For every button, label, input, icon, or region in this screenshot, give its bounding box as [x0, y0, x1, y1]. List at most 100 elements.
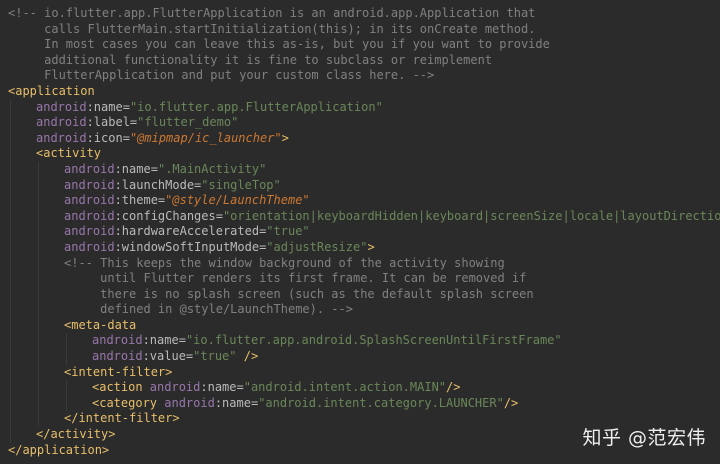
code-token-attr: :icon= — [86, 130, 130, 145]
code-token-tag: </activity> — [36, 427, 116, 442]
code-token-attr: :name= — [86, 99, 130, 114]
code-token-ns: android — [64, 161, 115, 176]
code-line: android:icon="@mipmap/ic_launcher"> — [0, 130, 720, 147]
code-token-attr: :configChanges= — [114, 208, 223, 223]
code-line: android:value="true" /> — [0, 349, 720, 365]
indent-guide — [10, 380, 11, 396]
code-token-tag: <application — [8, 83, 95, 98]
code-token-tag: /> — [503, 395, 519, 410]
code-token-attr: :hardwareAccelerated= — [114, 224, 267, 239]
code-token-comment: calls FlutterMain.startInitialization(th… — [8, 21, 536, 36]
code-token-value: "android.intent.category.LAUNCHER" — [258, 395, 504, 410]
code-line: <!-- io.flutter.app.FlutterApplication i… — [0, 6, 720, 22]
code-token-value: ".MainActivity" — [157, 161, 267, 176]
code-token-tag: /> — [236, 349, 259, 364]
code-line: defined in @style/LaunchTheme). --> — [0, 302, 720, 318]
code-line: until Flutter renders its first frame. I… — [0, 271, 720, 287]
indent-guide — [10, 271, 11, 287]
code-token-attr: :name= — [142, 333, 186, 348]
code-token-ns: android — [92, 333, 143, 348]
code-token-comment: additional functionality it is fine to s… — [8, 52, 493, 67]
indent-guide — [38, 208, 39, 225]
indent-guide — [38, 317, 39, 334]
code-token-tag: <activity — [36, 146, 102, 161]
indent-guide — [10, 146, 11, 162]
code-token-value: "io.flutter.app.android.SplashScreenUnti… — [185, 333, 562, 348]
code-line: <action android:name="android.intent.act… — [0, 380, 720, 396]
indent-guide — [38, 364, 39, 381]
code-token-tag: </application> — [8, 442, 110, 457]
code-token-attr: :launchMode= — [114, 177, 202, 192]
indent-guide — [66, 380, 67, 396]
code-token-ns: android — [149, 380, 201, 395]
indent-guide — [10, 177, 11, 194]
indent-guide — [10, 161, 11, 178]
code-token-ns: android — [64, 177, 115, 192]
code-token-value: "orientation|keyboardHidden|keyboard|scr… — [222, 208, 720, 223]
code-token-tag: </intent-filter> — [64, 411, 180, 426]
code-token-attr: :theme= — [114, 193, 166, 208]
code-token-comment: until Flutter renders its first frame. I… — [64, 271, 527, 286]
code-token-valref: "@mipmap/ic_launcher" — [129, 130, 282, 145]
watermark-text: 知乎 @范宏伟 — [582, 427, 706, 449]
indent-guide — [66, 349, 67, 365]
code-token-tag: > — [367, 239, 375, 254]
indent-guide — [38, 411, 39, 428]
indent-guide — [10, 130, 11, 147]
code-token-value: "adjustResize" — [266, 239, 368, 254]
code-token-tag: <category — [92, 395, 165, 410]
code-token-comment: <!-- io.flutter.app.FlutterApplication i… — [8, 6, 536, 20]
code-token-value: "android.intent.action.MAIN" — [243, 380, 447, 395]
indent-guide — [10, 302, 11, 318]
code-token-ns: android — [64, 208, 115, 223]
code-token-comment: FlutterApplication and put your custom c… — [8, 68, 435, 83]
indent-guide — [10, 286, 11, 303]
indent-guide — [38, 271, 39, 287]
code-token-attr: :name= — [214, 395, 259, 410]
code-line: additional functionality it is fine to s… — [0, 53, 720, 69]
indent-guide — [38, 239, 39, 256]
code-line: FlutterApplication and put your custom c… — [0, 68, 720, 84]
indent-guide — [38, 177, 39, 194]
indent-guide — [10, 255, 11, 272]
code-line: <activity — [0, 146, 720, 162]
code-token-tag: <intent-filter> — [64, 364, 173, 379]
indent-guide — [38, 161, 39, 178]
code-token-comment: <!-- This keeps the window background of… — [64, 255, 505, 270]
code-line: <application — [0, 84, 720, 100]
indent-guide — [38, 193, 39, 209]
code-token-comment: defined in @style/LaunchTheme). --> — [64, 302, 353, 317]
code-token-attr: :label= — [86, 115, 138, 130]
code-line: there is no splash screen (such as the d… — [0, 286, 720, 303]
indent-guide — [38, 302, 39, 318]
code-token-tag: <action — [92, 380, 150, 395]
code-token-ns: android — [64, 193, 115, 208]
indent-guide — [10, 193, 11, 209]
code-line: <!-- This keeps the window background of… — [0, 255, 720, 272]
indent-guide — [38, 395, 39, 412]
indent-guide — [66, 333, 67, 350]
indent-guide — [10, 395, 11, 412]
code-line: android:name=".MainActivity" — [0, 161, 720, 178]
code-token-value: "true" — [266, 224, 310, 239]
code-token-attr: :windowSoftInputMode= — [114, 239, 267, 254]
code-line: android:name="io.flutter.app.android.Spl… — [0, 333, 720, 350]
code-token-comment: In most cases you can leave this as-is, … — [8, 37, 550, 52]
code-token-attr: :value= — [142, 349, 194, 364]
code-token-value: "true" — [193, 349, 237, 364]
indent-guide — [10, 208, 11, 225]
code-token-tag: /> — [446, 380, 461, 395]
indent-guide — [66, 395, 67, 412]
code-line: android:windowSoftInputMode="adjustResiz… — [0, 239, 720, 256]
code-line: <intent-filter> — [0, 364, 720, 381]
code-token-ns: android — [92, 349, 143, 364]
code-token-comment: there is no splash screen (such as the d… — [64, 286, 534, 301]
code-line: android:label="flutter_demo" — [0, 115, 720, 131]
indent-guide — [10, 349, 11, 365]
code-line: android:hardwareAccelerated="true" — [0, 224, 720, 240]
code-line: android:name="io.flutter.app.FlutterAppl… — [0, 99, 720, 116]
code-editor[interactable]: <!-- io.flutter.app.FlutterApplication i… — [0, 0, 720, 464]
code-token-ns: android — [64, 239, 115, 254]
code-token-ns: android — [36, 130, 87, 145]
code-token-value: "flutter_demo" — [137, 115, 239, 130]
